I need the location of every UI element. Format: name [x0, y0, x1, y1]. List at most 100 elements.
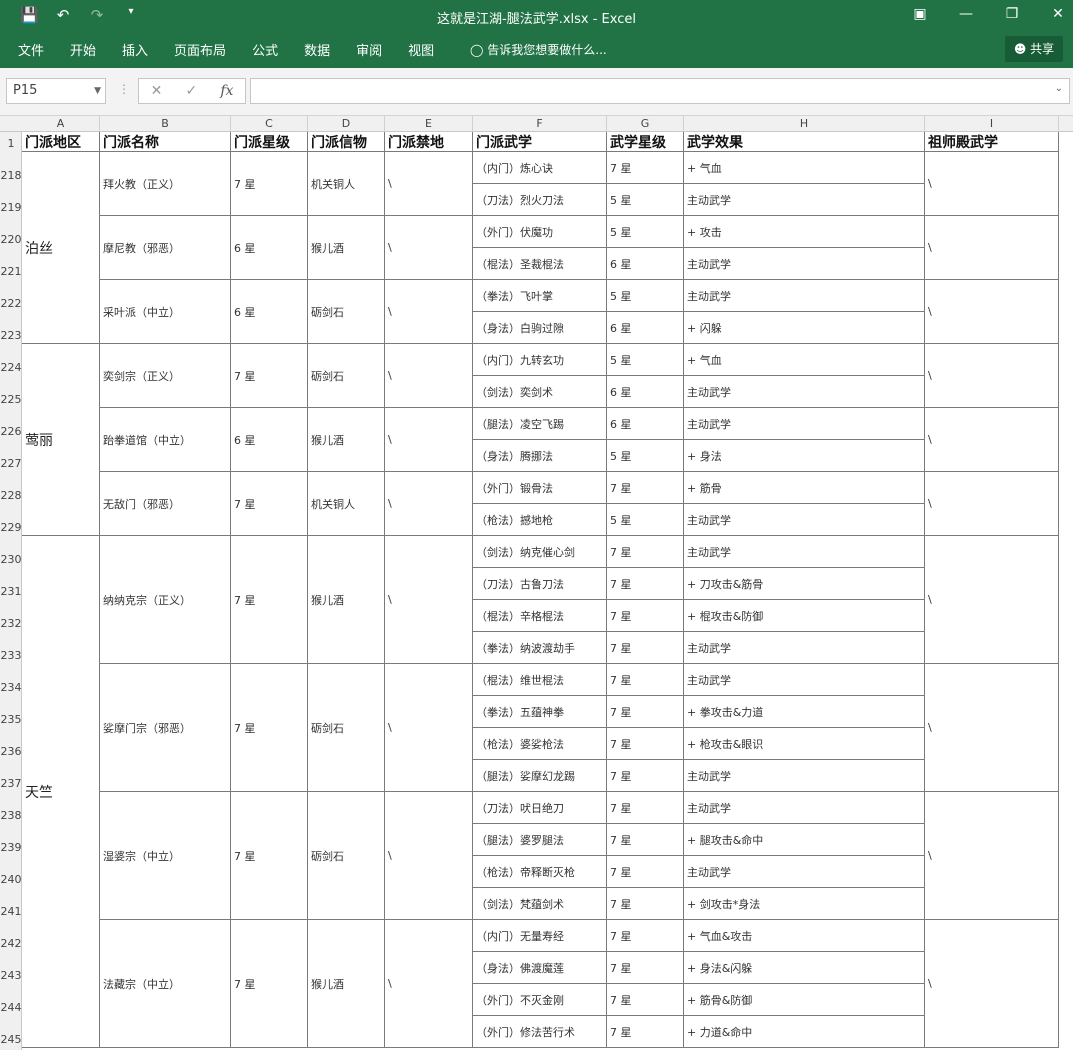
sect-token-cell[interactable]: 砺剑石 — [308, 792, 385, 920]
skill-name-cell[interactable]: （枪法）帝释断灭枪 — [473, 856, 607, 888]
skill-effect-cell[interactable]: 主动武学 — [684, 184, 925, 216]
row-header[interactable]: 224 — [0, 360, 22, 376]
column-header-d[interactable]: D — [308, 116, 385, 132]
ribbon-tab[interactable]: 公式 — [252, 40, 278, 59]
patriarch-skill-cell[interactable]: \ — [925, 408, 1059, 472]
skill-effect-cell[interactable]: + 筋骨&防御 — [684, 984, 925, 1016]
sect-forbidden-cell[interactable]: \ — [385, 536, 473, 664]
skill-star-cell[interactable]: 5 星 — [607, 216, 684, 248]
row-header[interactable]: 227 — [0, 456, 22, 472]
skill-name-cell[interactable]: （棍法）维世棍法 — [473, 664, 607, 696]
skill-effect-cell[interactable]: 主动武学 — [684, 792, 925, 824]
skill-effect-cell[interactable]: 主动武学 — [684, 856, 925, 888]
row-header[interactable]: 222 — [0, 296, 22, 312]
sect-name-cell[interactable]: 跆拳道馆（中立） — [100, 408, 231, 472]
skill-effect-cell[interactable]: 主动武学 — [684, 248, 925, 280]
skill-star-cell[interactable]: 6 星 — [607, 248, 684, 280]
skill-name-cell[interactable]: （内门）炼心诀 — [473, 152, 607, 184]
skill-name-cell[interactable]: （外门）伏魔功 — [473, 216, 607, 248]
cancel-icon[interactable]: ✕ — [151, 83, 163, 99]
row-header[interactable]: 219 — [0, 200, 22, 216]
sect-token-cell[interactable]: 砺剑石 — [308, 344, 385, 408]
skill-star-cell[interactable]: 7 星 — [607, 536, 684, 568]
column-title[interactable]: 祖师殿武学 — [925, 132, 1059, 152]
skill-effect-cell[interactable]: + 力道&命中 — [684, 1016, 925, 1048]
sect-name-cell[interactable]: 摩尼教（邪恶） — [100, 216, 231, 280]
skill-effect-cell[interactable]: + 气血 — [684, 152, 925, 184]
ribbon-tab[interactable]: 数据 — [304, 40, 330, 59]
skill-star-cell[interactable]: 7 星 — [607, 824, 684, 856]
sect-star-cell[interactable]: 6 星 — [231, 408, 308, 472]
row-header[interactable]: 242 — [0, 936, 22, 952]
row-header[interactable]: 233 — [0, 648, 22, 664]
skill-effect-cell[interactable]: 主动武学 — [684, 376, 925, 408]
sect-forbidden-cell[interactable]: \ — [385, 152, 473, 216]
restore-icon[interactable]: ❐ — [1003, 6, 1021, 22]
skill-effect-cell[interactable]: + 身法 — [684, 440, 925, 472]
skill-name-cell[interactable]: （剑法）梵蕴剑术 — [473, 888, 607, 920]
skill-star-cell[interactable]: 7 星 — [607, 472, 684, 504]
skill-name-cell[interactable]: （拳法）五蕴神拳 — [473, 696, 607, 728]
patriarch-skill-cell[interactable]: \ — [925, 920, 1059, 1048]
skill-name-cell[interactable]: （身法）佛渡魔莲 — [473, 952, 607, 984]
skill-name-cell[interactable]: （剑法）奕剑术 — [473, 376, 607, 408]
row-header[interactable]: 230 — [0, 552, 22, 568]
sect-star-cell[interactable]: 6 星 — [231, 216, 308, 280]
sect-token-cell[interactable]: 砺剑石 — [308, 664, 385, 792]
sect-token-cell[interactable]: 猴儿酒 — [308, 920, 385, 1048]
row-header[interactable]: 1 — [0, 136, 22, 152]
sect-forbidden-cell[interactable]: \ — [385, 408, 473, 472]
row-header[interactable]: 240 — [0, 872, 22, 888]
row-header[interactable]: 236 — [0, 744, 22, 760]
row-header[interactable]: 232 — [0, 616, 22, 632]
row-header[interactable]: 218 — [0, 168, 22, 184]
sect-star-cell[interactable]: 7 星 — [231, 664, 308, 792]
skill-effect-cell[interactable]: + 棍攻击&防御 — [684, 600, 925, 632]
skill-name-cell[interactable]: （枪法）婆娑枪法 — [473, 728, 607, 760]
patriarch-skill-cell[interactable]: \ — [925, 792, 1059, 920]
skill-star-cell[interactable]: 6 星 — [607, 376, 684, 408]
patriarch-skill-cell[interactable]: \ — [925, 472, 1059, 536]
row-header[interactable]: 244 — [0, 1000, 22, 1016]
sect-forbidden-cell[interactable]: \ — [385, 920, 473, 1048]
skill-name-cell[interactable]: （刀法）烈火刀法 — [473, 184, 607, 216]
skill-star-cell[interactable]: 5 星 — [607, 280, 684, 312]
expand-formula-icon[interactable]: ⌄ — [1055, 83, 1063, 94]
skill-effect-cell[interactable]: + 闪躲 — [684, 312, 925, 344]
column-header-a[interactable]: A — [22, 116, 100, 132]
skill-effect-cell[interactable]: 主动武学 — [684, 760, 925, 792]
skill-star-cell[interactable]: 7 星 — [607, 152, 684, 184]
skill-name-cell[interactable]: （棍法）辛格棍法 — [473, 600, 607, 632]
skill-effect-cell[interactable]: 主动武学 — [684, 632, 925, 664]
skill-effect-cell[interactable]: 主动武学 — [684, 504, 925, 536]
formula-input[interactable]: ⌄ — [250, 78, 1070, 104]
sect-forbidden-cell[interactable]: \ — [385, 792, 473, 920]
sect-star-cell[interactable]: 7 星 — [231, 920, 308, 1048]
ribbon-tab[interactable]: 审阅 — [356, 40, 382, 59]
column-header-h[interactable]: H — [684, 116, 925, 132]
row-header[interactable]: 239 — [0, 840, 22, 856]
sect-star-cell[interactable]: 7 星 — [231, 792, 308, 920]
chevron-down-icon[interactable]: ▼ — [94, 79, 101, 103]
sect-name-cell[interactable]: 湿婆宗（中立） — [100, 792, 231, 920]
share-button[interactable]: ☻ 共享 — [1005, 36, 1063, 62]
row-header[interactable]: 225 — [0, 392, 22, 408]
skill-name-cell[interactable]: （棍法）圣裁棍法 — [473, 248, 607, 280]
column-title[interactable]: 门派星级 — [231, 132, 308, 152]
column-title[interactable]: 门派地区 — [22, 132, 100, 152]
skill-effect-cell[interactable]: + 拳攻击&力道 — [684, 696, 925, 728]
skill-star-cell[interactable]: 7 星 — [607, 664, 684, 696]
skill-effect-cell[interactable]: + 剑攻击*身法 — [684, 888, 925, 920]
row-header[interactable]: 245 — [0, 1032, 22, 1048]
column-title[interactable]: 武学效果 — [684, 132, 925, 152]
region-cell[interactable]: 莺丽 — [22, 344, 100, 536]
sect-token-cell[interactable]: 机关铜人 — [308, 472, 385, 536]
skill-effect-cell[interactable]: + 腿攻击&命中 — [684, 824, 925, 856]
column-title[interactable]: 门派武学 — [473, 132, 607, 152]
ribbon-tab[interactable]: 文件 — [18, 40, 44, 59]
skill-name-cell[interactable]: （外门）不灭金刚 — [473, 984, 607, 1016]
skill-star-cell[interactable]: 7 星 — [607, 696, 684, 728]
column-title[interactable]: 门派信物 — [308, 132, 385, 152]
column-title[interactable]: 门派名称 — [100, 132, 231, 152]
sect-forbidden-cell[interactable]: \ — [385, 280, 473, 344]
